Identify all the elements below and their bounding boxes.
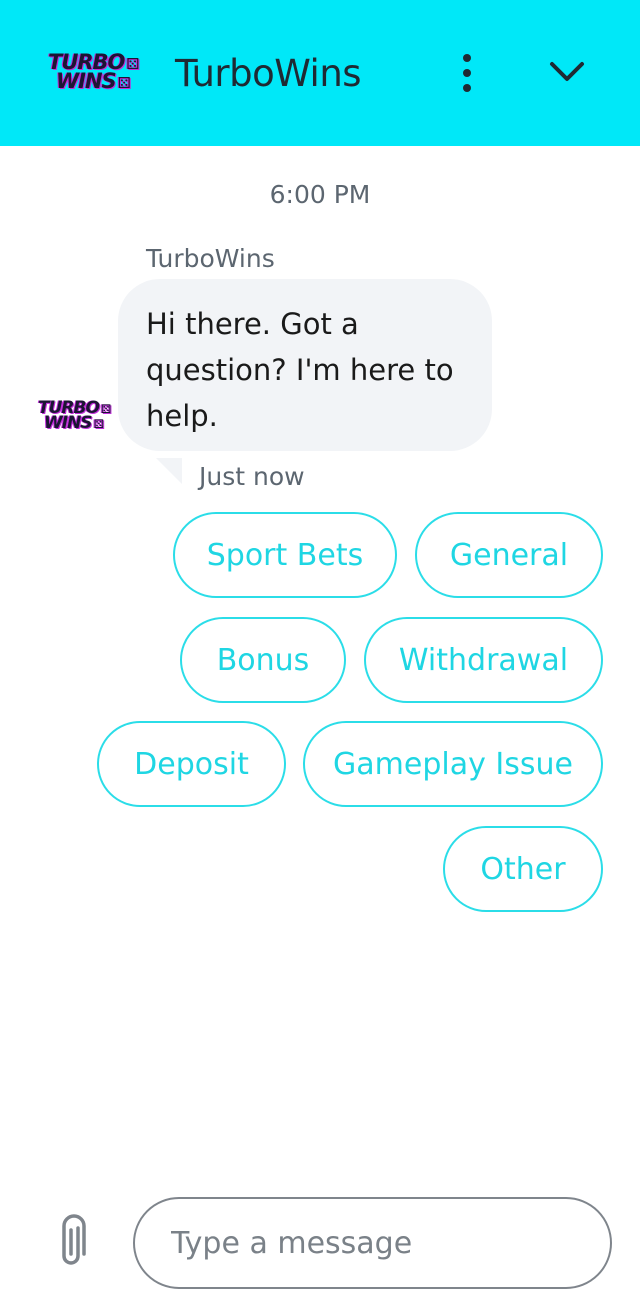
dice-icon: ⚄ [100, 402, 111, 416]
message-timestamp: 6:00 PM [269, 180, 371, 209]
dice-icon: ⚄ [117, 74, 131, 92]
message-composer [133, 1197, 612, 1289]
quick-reply-sport-bets[interactable]: Sport Bets [173, 512, 397, 598]
chat-widget: TURBO ⚄ WINS ⚄ TurboWins 6:00 PM TurboWins… [0, 0, 640, 1316]
bubble-tail [156, 458, 182, 484]
avatar-text-line2: WINS [44, 413, 93, 433]
bot-avatar: TURBO ⚄ WINS ⚄ [38, 400, 111, 433]
chevron-down-icon[interactable] [544, 56, 590, 90]
chat-title: TurboWins [175, 52, 362, 95]
dice-icon: ⚄ [93, 417, 104, 431]
chat-header: TURBO ⚄ WINS ⚄ TurboWins [0, 0, 640, 146]
quick-reply-withdrawal[interactable]: Withdrawal [364, 617, 603, 703]
quick-reply-bonus[interactable]: Bonus [180, 617, 346, 703]
message-input[interactable] [171, 1199, 571, 1287]
quick-reply-gameplay-issue[interactable]: Gameplay Issue [303, 721, 603, 807]
vertical-dots-icon[interactable] [452, 52, 482, 94]
dice-icon: ⚄ [126, 55, 139, 73]
message-bubble: Hi there. Got a question? I'm here to he… [118, 279, 492, 451]
quick-reply-deposit[interactable]: Deposit [97, 721, 286, 807]
sender-name: TurboWins [146, 244, 275, 273]
brand-logo: TURBO ⚄ WINS ⚄ [48, 52, 139, 93]
quick-reply-general[interactable]: General [415, 512, 603, 598]
quick-reply-other[interactable]: Other [443, 826, 603, 912]
paperclip-icon[interactable] [54, 1214, 90, 1270]
logo-text-line2: WINS [56, 69, 117, 93]
message-status: Just now [199, 462, 305, 491]
